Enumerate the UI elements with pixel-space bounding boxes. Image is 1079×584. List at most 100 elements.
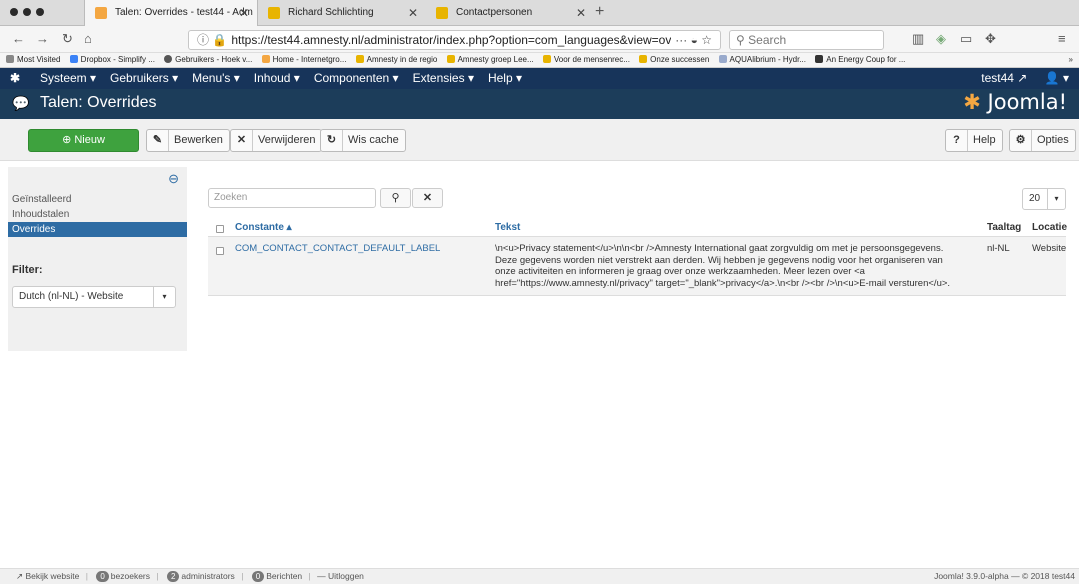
- menu-systeem[interactable]: Systeem ▾: [40, 68, 96, 89]
- view-site-link[interactable]: Bekijk website: [26, 571, 80, 581]
- options-button[interactable]: ⚙ Opties: [1009, 129, 1076, 152]
- separator: |: [241, 571, 244, 581]
- user-menu[interactable]: 👤 ▾: [1045, 71, 1069, 85]
- window-controls[interactable]: [10, 8, 44, 16]
- bookmark-item[interactable]: AQUAlibrium - Hydr...: [718, 53, 806, 67]
- search-icon: ⚲: [391, 192, 400, 204]
- bookmark-label: Onze successen: [650, 55, 710, 64]
- sidebar-item-overrides[interactable]: Overrides: [8, 222, 187, 237]
- bookmark-item[interactable]: Onze successen: [639, 53, 709, 67]
- site-link[interactable]: test44 ↗: [981, 71, 1027, 85]
- row-text: \n<u>Privacy statement</u>\n\n<br />Amne…: [495, 243, 980, 289]
- info-icon[interactable]: ⓘ: [197, 33, 209, 47]
- column-header-text[interactable]: Tekst: [495, 222, 520, 233]
- column-header-constant[interactable]: Constante ▴: [235, 222, 292, 233]
- version-text: Joomla! 3.9.0-alpha — © 2018 test44: [934, 571, 1075, 581]
- page-actions-menu-icon[interactable]: ···: [675, 33, 687, 47]
- reload-icon[interactable]: ↻: [62, 30, 73, 48]
- puzzle-icon[interactable]: ✥: [985, 30, 996, 48]
- admins-label[interactable]: administrators: [181, 571, 234, 581]
- row-constant-link[interactable]: COM_CONTACT_CONTACT_DEFAULT_LABEL: [235, 243, 440, 255]
- sidebar-toggle-icon[interactable]: ⊖: [168, 171, 179, 187]
- home-icon[interactable]: ⌂: [84, 30, 92, 48]
- search-input[interactable]: Zoeken: [208, 188, 376, 208]
- close-tab-icon[interactable]: ✕: [408, 0, 418, 26]
- joomla-logo-icon: ✱: [963, 90, 981, 114]
- gear-icon: [6, 55, 14, 63]
- library-icon[interactable]: ▥: [912, 30, 924, 48]
- sidebar: ⊖ Geïnstalleerd Inhoudstalen Overrides F…: [8, 167, 187, 351]
- bookmark-label: Dropbox - Simplify ...: [80, 55, 155, 64]
- row-checkbox[interactable]: [216, 247, 224, 255]
- bookmark-item[interactable]: An Energy Coup for ...: [815, 53, 905, 67]
- admin-menu-items: Systeem ▾ Gebruikers ▾ Menu's ▾ Inhoud ▾…: [40, 68, 522, 89]
- bookmark-star-icon[interactable]: ☆: [701, 33, 712, 47]
- sidebar-item-content-languages[interactable]: Inhoudstalen: [8, 207, 187, 222]
- energy-icon: [815, 55, 824, 63]
- close-tab-icon[interactable]: ✕: [239, 0, 249, 26]
- bookmark-item[interactable]: Amnesty groep Lee...: [446, 53, 534, 67]
- bookmark-item[interactable]: Most Visited: [6, 53, 60, 67]
- bookmark-label: Gebruikers - Hoek v...: [175, 55, 253, 64]
- footer-links: ↗ Bekijk website | 0 bezoekers | 2 adminis…: [16, 569, 364, 584]
- menu-inhoud[interactable]: Inhoud ▾: [254, 68, 300, 89]
- extension-icon[interactable]: ◈: [936, 30, 946, 48]
- logout-link[interactable]: Uitloggen: [328, 571, 364, 581]
- forward-icon[interactable]: →: [36, 30, 49, 48]
- amnesty-icon: [355, 55, 364, 63]
- bookmarks-overflow-icon[interactable]: »: [1069, 53, 1073, 67]
- new-tab-button[interactable]: +: [595, 0, 604, 24]
- column-header-language[interactable]: Taaltag: [987, 222, 1021, 233]
- select-all-checkbox[interactable]: [216, 225, 224, 233]
- menu-gebruikers[interactable]: Gebruikers ▾: [110, 68, 178, 89]
- joomla-favicon-icon: [95, 7, 107, 19]
- close-icon: ✕: [422, 192, 433, 204]
- edit-button[interactable]: ✎ Bewerken: [146, 129, 230, 152]
- search-button[interactable]: ⚲: [380, 188, 411, 208]
- sidebar-item-label: Inhoudstalen: [12, 209, 70, 220]
- bookmark-item[interactable]: Voor de mensenrec...: [542, 53, 630, 67]
- delete-button[interactable]: ✕ Verwijderen: [230, 129, 323, 152]
- url-bar[interactable]: ⓘ 🔒 https://test44.amnesty.nl/administrat…: [188, 30, 721, 50]
- column-header-location[interactable]: Locatie: [1032, 222, 1067, 233]
- browser-tab[interactable]: Richard Schlichting ✕: [258, 0, 426, 26]
- close-tab-icon[interactable]: ✕: [576, 0, 586, 26]
- admins-badge: 2: [166, 571, 180, 582]
- row-text-line: \n<u>Privacy statement</u>\n\n<br />Amne…: [495, 243, 944, 254]
- table-row[interactable]: COM_CONTACT_CONTACT_DEFAULT_LABEL \n<u>P…: [208, 237, 1066, 296]
- browser-tab[interactable]: Talen: Overrides - test44 - Adm ✕: [84, 0, 258, 26]
- joomla-logo-icon[interactable]: ✱: [10, 68, 20, 89]
- bookmark-item[interactable]: Dropbox - Simplify ...: [69, 53, 155, 67]
- limit-value: 20: [1029, 193, 1041, 204]
- menu-extensies[interactable]: Extensies ▾: [413, 68, 474, 89]
- clear-cache-button[interactable]: ↻ Wis cache: [320, 129, 406, 152]
- messages-label[interactable]: Berichten: [266, 571, 302, 581]
- menu-menus[interactable]: Menu's ▾: [192, 68, 240, 89]
- row-location: Website: [1032, 243, 1067, 254]
- sidebar-item-installed[interactable]: Geïnstalleerd: [8, 192, 187, 207]
- hamburger-menu-icon[interactable]: ≡: [1058, 30, 1066, 48]
- joomla-icon: [261, 55, 270, 63]
- browser-tab[interactable]: Contactpersonen ✕: [426, 0, 594, 26]
- bookmark-item[interactable]: Amnesty in de regio: [355, 53, 437, 67]
- browser-search-input[interactable]: ⚲ Search: [729, 30, 884, 50]
- visitors-label[interactable]: bezoekers: [111, 571, 150, 581]
- amnesty-icon: [446, 55, 455, 63]
- menu-componenten[interactable]: Componenten ▾: [314, 68, 399, 89]
- pocket-icon[interactable]: ◒: [691, 33, 698, 47]
- clear-search-button[interactable]: ✕: [412, 188, 443, 208]
- menu-help[interactable]: Help ▾: [488, 68, 522, 89]
- delete-label: Verwijderen: [258, 134, 316, 146]
- new-button[interactable]: ⊕ Nieuw: [28, 129, 139, 152]
- amnesty-favicon-icon: [268, 7, 280, 19]
- bookmark-item[interactable]: Gebruikers - Hoek v...: [164, 53, 252, 67]
- sidebar-icon[interactable]: ▭: [960, 30, 972, 48]
- list-limit-select[interactable]: 20 ▾: [1022, 188, 1066, 210]
- back-icon[interactable]: ←: [12, 30, 25, 48]
- bookmark-item[interactable]: Home - Internetgro...: [261, 53, 346, 67]
- separator: |: [308, 571, 311, 581]
- amnesty-icon: [542, 55, 551, 63]
- page-actions[interactable]: ··· ◒ ☆: [671, 31, 712, 49]
- help-button[interactable]: ? Help: [945, 129, 1003, 152]
- language-filter-select[interactable]: Dutch (nl-NL) - Website ▾: [12, 286, 176, 308]
